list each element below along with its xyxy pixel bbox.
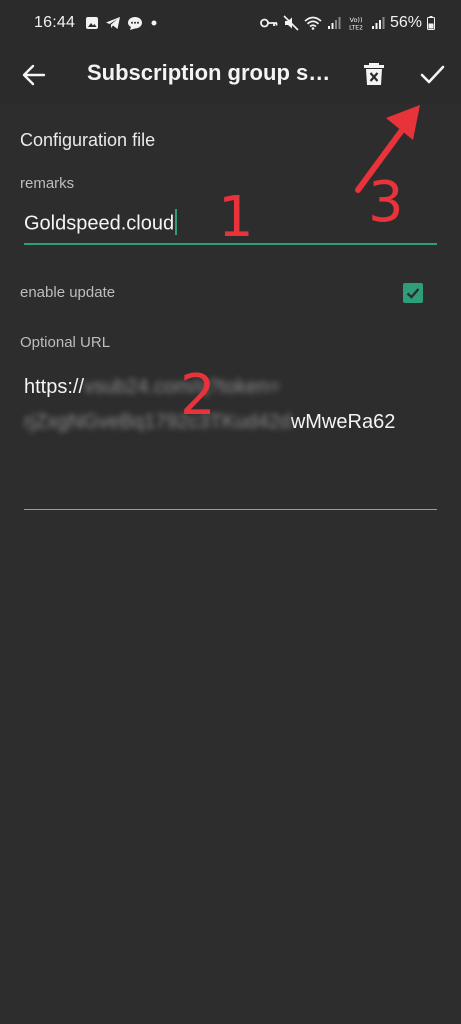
key-icon: [260, 18, 278, 28]
system-icons: Vo)) LTE2 56%: [260, 14, 435, 32]
back-button[interactable]: [20, 61, 48, 89]
gallery-icon: [85, 16, 99, 30]
url-line-1: https://vsub24.com/q?token=: [24, 370, 437, 405]
annotation-arrow: [355, 105, 420, 193]
battery-icon: [427, 16, 435, 30]
confirm-button[interactable]: [418, 60, 446, 88]
url-blurred-part-2: rjZxgNGveBq1792c3TKud42d: [24, 411, 291, 433]
status-bar: 16:44 Vo)) LTE2 56%: [0, 0, 461, 46]
annotation-1: 1: [218, 185, 254, 250]
svg-text:LTE2: LTE2: [349, 25, 363, 32]
url-label: Optional URL: [20, 334, 111, 351]
signal-icon: [371, 16, 385, 30]
status-time: 16:44: [34, 14, 76, 31]
section-title: Configuration file: [20, 130, 156, 150]
remarks-label: remarks: [20, 175, 75, 192]
url-start: https://: [24, 376, 85, 398]
check-icon: [420, 65, 445, 84]
signal-icon: [327, 16, 341, 30]
chat-icon: [127, 16, 143, 31]
arrow-left-icon: [22, 64, 46, 86]
battery-percent: 56%: [389, 14, 422, 31]
volte-icon: Vo)) LTE2: [346, 15, 366, 31]
telegram-icon: [105, 16, 121, 30]
enable-update-row[interactable]: enable update: [20, 280, 430, 308]
delete-icon: [364, 63, 384, 85]
svg-text:Vo)): Vo)): [349, 16, 362, 24]
annotation-2: 2: [180, 363, 216, 428]
url-input[interactable]: https://vsub24.com/q?token= rjZxgNGveBq1…: [24, 370, 437, 510]
enable-update-checkbox[interactable]: [403, 283, 423, 303]
checkmark-icon: [406, 288, 420, 299]
notification-icons: [85, 16, 159, 31]
mute-icon: [283, 15, 299, 31]
url-line-2: rjZxgNGveBq1792c3TKud42dwMweRa62: [24, 405, 437, 440]
dot-icon: [149, 18, 159, 28]
text-caret: [175, 209, 178, 235]
page-title: Subscription group settings: [87, 60, 332, 85]
url-end: wMweRa62: [290, 411, 396, 433]
app-bar: Subscription group settings: [0, 46, 461, 104]
wifi-icon: [304, 16, 322, 30]
delete-button[interactable]: [360, 60, 388, 88]
annotation-3: 3: [368, 170, 404, 235]
remarks-value: Goldspeed.cloud: [24, 212, 175, 235]
enable-update-label: enable update: [20, 284, 116, 301]
